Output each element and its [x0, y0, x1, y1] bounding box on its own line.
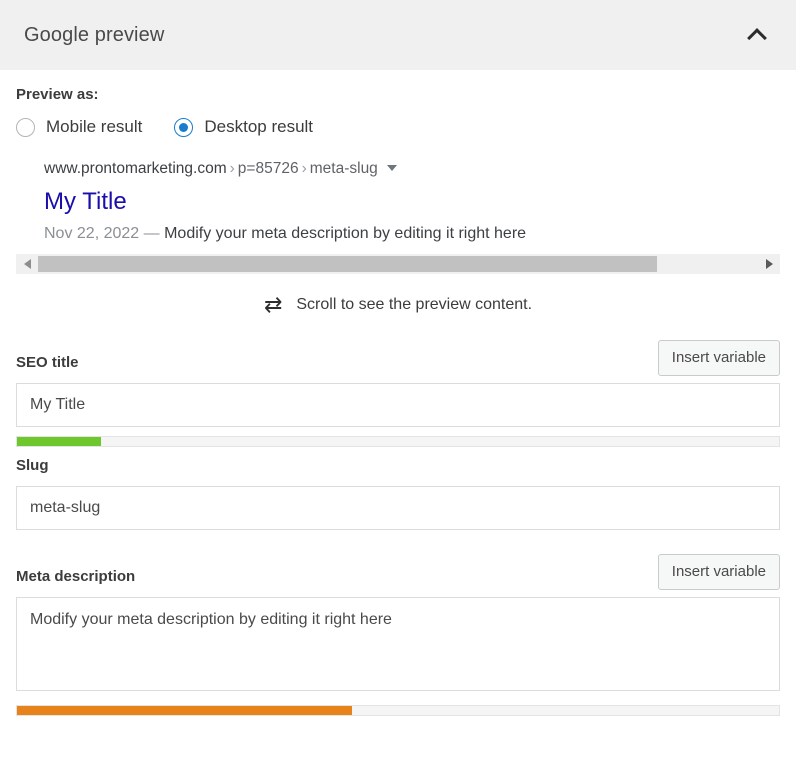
serp-description-text: Modify your meta description by editing …	[164, 225, 527, 242]
scrollbar-thumb[interactable]	[38, 256, 658, 272]
serp-horizontal-scrollbar[interactable]	[16, 254, 780, 274]
scroll-hint: ⇄ Scroll to see the preview content.	[16, 294, 780, 316]
meta-description-label: Meta description	[16, 568, 136, 585]
slug-input[interactable]	[16, 486, 780, 530]
serp-date: Nov 22, 2022	[44, 225, 140, 242]
meta-description-field-group: Meta description Insert variable	[16, 552, 780, 716]
google-serp-preview: www.prontomarketing.com › p=85726 › meta-slu…	[16, 159, 780, 274]
serp-url-segment-1: p=85726	[237, 160, 299, 177]
seo-title-input[interactable]	[16, 383, 780, 427]
seo-title-field-group: SEO title Insert variable	[16, 338, 780, 447]
arrow-left-icon	[23, 259, 31, 269]
seo-title-header: SEO title Insert variable	[16, 338, 780, 376]
slug-field-group: Slug	[16, 457, 780, 530]
collapse-panel-button[interactable]	[740, 18, 774, 52]
serp-url-separator-2: ›	[301, 160, 307, 177]
scrollbar-track[interactable]	[38, 256, 758, 272]
insert-variable-button-meta-description[interactable]: Insert variable	[657, 554, 780, 590]
page-title: Google preview	[24, 23, 165, 46]
meta-description-progress-fill	[17, 706, 353, 715]
scrollbar-right-arrow-button[interactable]	[758, 254, 780, 274]
radio-label-desktop-result: Desktop result	[204, 117, 314, 136]
serp-title-link[interactable]: My Title	[44, 187, 780, 217]
radio-mobile-result[interactable]	[16, 117, 35, 137]
chevron-down-icon[interactable]	[386, 165, 397, 171]
panel-body: Preview as: Mobile result Desktop result…	[0, 86, 796, 716]
radio-label-mobile-result: Mobile result	[46, 117, 143, 136]
serp-dash: —	[143, 225, 160, 242]
slug-label: Slug	[16, 457, 49, 474]
swap-horizontal-icon: ⇄	[263, 292, 283, 317]
scroll-hint-text: Scroll to see the preview content.	[296, 296, 533, 313]
radio-option-mobile-result[interactable]: Mobile result	[16, 117, 142, 137]
radio-desktop-result[interactable]	[174, 117, 194, 137]
preview-as-label: Preview as:	[16, 86, 99, 103]
seo-title-progress-fill	[17, 437, 101, 446]
serp-url-breadcrumb: www.prontomarketing.com › p=85726 › meta-slu…	[44, 159, 780, 179]
serp-description: Nov 22, 2022 — Modify your meta descript…	[44, 223, 780, 245]
meta-description-header: Meta description Insert variable	[16, 552, 780, 590]
scrollbar-left-arrow-button[interactable]	[16, 254, 38, 274]
seo-title-progress-track	[16, 436, 780, 447]
serp-url-segment-2: meta-slug	[309, 160, 378, 177]
panel-header: Google preview	[0, 0, 796, 70]
preview-as-radio-group: Mobile result Desktop result	[16, 117, 780, 137]
chevron-up-icon	[747, 27, 767, 48]
serp-url-separator-1: ›	[229, 160, 235, 177]
insert-variable-button-seo-title[interactable]: Insert variable	[657, 340, 780, 376]
meta-description-textarea[interactable]	[16, 597, 780, 691]
serp-url-domain: www.prontomarketing.com	[44, 160, 227, 177]
arrow-right-icon	[765, 259, 773, 269]
meta-description-progress-track	[16, 705, 780, 716]
seo-title-label: SEO title	[16, 354, 79, 371]
radio-option-desktop-result[interactable]: Desktop result	[174, 117, 313, 137]
